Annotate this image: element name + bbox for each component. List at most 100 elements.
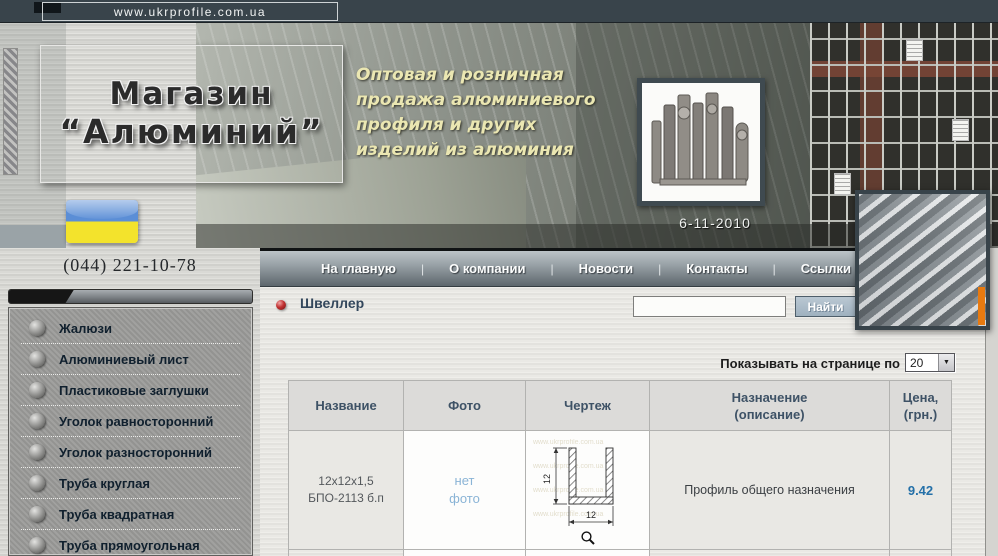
- gray-decor-bar: [0, 225, 66, 248]
- sidebar-item-ugolok-razno[interactable]: Уголок разносторонний: [21, 437, 240, 468]
- beams-photo-thumbnail: [855, 190, 990, 330]
- sidebar-top-decor-bar: [8, 289, 253, 304]
- sidebar-item-ugolok-ravno[interactable]: Уголок равносторонний: [21, 406, 240, 437]
- cell-price: 9.42: [890, 431, 952, 550]
- nav-item-home[interactable]: На главную: [296, 261, 421, 276]
- per-page-select[interactable]: 20 ▼: [905, 353, 955, 372]
- name-line: 12х12х1,5: [290, 473, 402, 490]
- bullet-icon: [29, 475, 45, 491]
- header-banner: Магазин “Алюминий” Оптовая и розничная п…: [0, 23, 998, 248]
- profiles-photo: [642, 83, 760, 201]
- bullet-icon: [29, 413, 45, 429]
- header-line: Назначение: [651, 389, 888, 406]
- sidebar-item-label: Уголок равносторонний: [59, 414, 213, 429]
- header-line: Фото: [405, 397, 524, 414]
- nav-item-contacts[interactable]: Контакты: [661, 261, 772, 276]
- cell-purpose: Профиль общего назначения: [650, 431, 890, 550]
- logo-line-1: Магазин: [109, 77, 273, 113]
- bullet-icon: [29, 320, 45, 336]
- cell-empty: [526, 550, 650, 556]
- cell-name: 12х12х1,5 БПО-2113 б.п: [289, 431, 404, 550]
- sidebar-item-label: Труба круглая: [59, 476, 150, 491]
- decor-wedge: [8, 290, 74, 304]
- dim-height-label: 12: [542, 474, 552, 484]
- page: www.ukrprofile.com.ua Магазин “Алюминий”: [0, 0, 998, 556]
- header-line: (описание): [651, 406, 888, 423]
- flag-gloss: [66, 200, 138, 219]
- bullet-icon: [29, 382, 45, 398]
- dim-width-label: 12: [585, 510, 595, 520]
- sidebar-item-truba-kvadratnaya[interactable]: Труба квадратная: [21, 499, 240, 530]
- header-line: Цена,: [891, 389, 950, 406]
- sidebar-item-zaglushki[interactable]: Пластиковые заглушки: [21, 375, 240, 406]
- magnifier-icon: [580, 530, 597, 547]
- svg-text:www.ukrprofile.com.ua: www.ukrprofile.com.ua: [532, 487, 604, 494]
- sidebar-item-label: Жалюзи: [59, 321, 112, 336]
- no-photo-link[interactable]: нет фото: [405, 472, 524, 508]
- drawing-thumbnail[interactable]: www.ukrprofile.com.ua www.ukrprofile.com…: [526, 431, 649, 549]
- sidebar-item-label: Труба квадратная: [59, 507, 174, 522]
- cell-empty: [289, 550, 404, 556]
- site-url-box: www.ukrprofile.com.ua: [42, 2, 338, 21]
- sidebar-item-label: Алюминиевый лист: [59, 352, 189, 367]
- sidebar-item-zhalyuzi[interactable]: Жалюзи: [21, 313, 240, 344]
- orange-accent-bar: [978, 287, 985, 325]
- sidebar-item-label: Пластиковые заглушки: [59, 383, 209, 398]
- header-date: 6-11-2010: [655, 215, 775, 231]
- sidebar-item-truba-pryamougolnaya[interactable]: Труба прямоугольная: [21, 530, 240, 556]
- logo-line-2: “Алюминий”: [59, 113, 323, 151]
- left-column: (044) 221-10-78 Жалюзи Алюминиевый лист …: [0, 248, 260, 556]
- cell-drawing: www.ukrprofile.com.ua www.ukrprofile.com…: [526, 431, 650, 550]
- cell-photo: нет фото: [404, 431, 526, 550]
- products-table: Название Фото Чертеж Назначение (описани…: [288, 380, 952, 556]
- table-row: 12х12х1,5 БПО-2113 б.п нет фото: [289, 431, 952, 550]
- sidebar-item-list[interactable]: Алюминиевый лист: [21, 344, 240, 375]
- site-url: www.ukrprofile.com.ua: [114, 5, 266, 19]
- per-page-label: Показывать на странице по: [560, 356, 900, 371]
- table-row-next: [289, 550, 952, 556]
- price-tag: [952, 119, 969, 141]
- price-tag: [906, 39, 923, 61]
- cell-empty: [890, 550, 952, 556]
- bullet-icon: [29, 351, 45, 367]
- search-input[interactable]: [633, 296, 786, 317]
- tagline: Оптовая и розничная продажа алюминиевого…: [356, 63, 656, 163]
- nav-item-about[interactable]: О компании: [424, 261, 550, 276]
- nav-item-news[interactable]: Новости: [554, 261, 659, 276]
- search-button[interactable]: Найти: [795, 296, 856, 317]
- table-header-row: Название Фото Чертеж Назначение (описани…: [289, 381, 952, 431]
- section-title: Швеллер: [300, 295, 364, 311]
- ukraine-flag-icon: [66, 200, 138, 243]
- cell-empty: [404, 550, 526, 556]
- sidebar-item-label: Труба прямоугольная: [59, 538, 200, 553]
- header-line: Чертеж: [527, 397, 648, 414]
- bullet-icon: [29, 537, 45, 553]
- col-header-purpose: Назначение (описание): [650, 381, 890, 431]
- hatched-decor: [3, 48, 18, 175]
- header-line: (грн.): [891, 406, 950, 423]
- no-photo-line: фото: [405, 490, 524, 508]
- beams-stripes: [859, 194, 986, 326]
- tagline-line: Оптовая и розничная: [356, 63, 656, 88]
- cell-empty: [650, 550, 890, 556]
- phone-number: (044) 221-10-78: [0, 255, 260, 276]
- bullet-icon: [29, 444, 45, 460]
- tagline-line: изделий из алюминия: [356, 138, 656, 163]
- svg-text:www.ukrprofile.com.ua: www.ukrprofile.com.ua: [532, 439, 604, 446]
- col-header-price: Цена, (грн.): [890, 381, 952, 431]
- profiles-photo-frame: [637, 78, 765, 206]
- tagline-line: продажа алюминиевого: [356, 88, 656, 113]
- logo: Магазин “Алюминий”: [40, 45, 343, 183]
- col-header-drawing: Чертеж: [526, 381, 650, 431]
- sidebar-item-truba-kruglaya[interactable]: Труба круглая: [21, 468, 240, 499]
- no-photo-line: нет: [405, 472, 524, 490]
- col-header-name: Название: [289, 381, 404, 431]
- price-tag: [834, 173, 851, 195]
- col-header-photo: Фото: [404, 381, 526, 431]
- per-page-value: 20: [906, 356, 938, 370]
- tagline-line: профиля и других: [356, 113, 656, 138]
- bullet-icon: [29, 506, 45, 522]
- top-url-bar: www.ukrprofile.com.ua: [0, 0, 998, 23]
- chevron-down-icon: ▼: [938, 354, 954, 371]
- sidebar-menu: Жалюзи Алюминиевый лист Пластиковые загл…: [8, 307, 253, 556]
